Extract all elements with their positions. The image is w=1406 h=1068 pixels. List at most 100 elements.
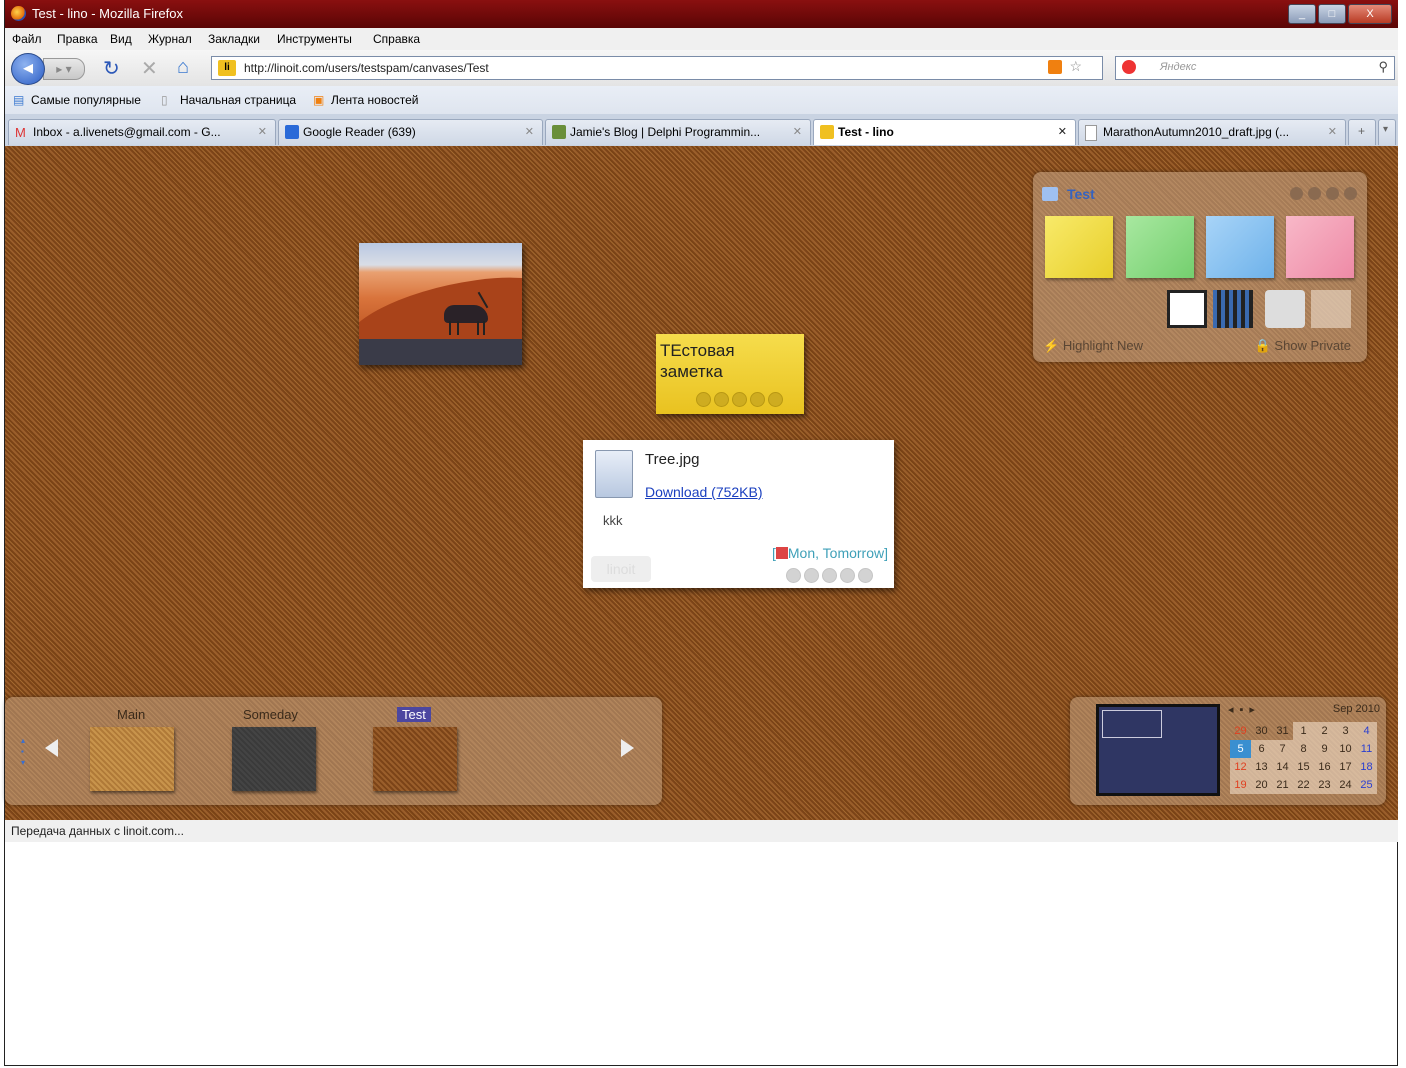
calendar-day[interactable]: 7	[1272, 740, 1293, 758]
scroll-right-icon[interactable]	[621, 739, 634, 757]
pink-sticky-template[interactable]	[1286, 216, 1354, 278]
menu-history[interactable]: Журнал	[148, 32, 192, 46]
calendar-day[interactable]: 11	[1356, 740, 1377, 758]
calendar-day[interactable]: 6	[1251, 740, 1272, 758]
tab-gmail[interactable]: M Inbox - a.livenets@gmail.com - G... ✕	[8, 119, 276, 145]
zoom-out-icon[interactable]	[1290, 187, 1303, 200]
close-tab-icon[interactable]: ✕	[793, 125, 802, 138]
info-icon[interactable]	[822, 568, 837, 583]
tab-marathon-jpg[interactable]: MarathonAutumn2010_draft.jpg (... ✕	[1078, 119, 1346, 145]
info-icon[interactable]	[732, 392, 747, 407]
download-link[interactable]: Download (752KB)	[645, 484, 763, 500]
calendar-day[interactable]: 3	[1335, 722, 1356, 740]
move-icon[interactable]	[840, 568, 855, 583]
calendar-day[interactable]: 21	[1272, 776, 1293, 794]
close-button[interactable]: X	[1348, 4, 1392, 24]
calendar-icon[interactable]	[804, 568, 819, 583]
calendar-day[interactable]: 12	[1230, 758, 1251, 776]
file-card[interactable]: Tree.jpg Download (752KB) kkk [Mon, Tomo…	[583, 440, 894, 588]
minimize-button[interactable]: _	[1288, 4, 1316, 24]
settings-icon[interactable]	[1326, 187, 1339, 200]
bookmark-star-icon[interactable]: ☆	[1069, 58, 1082, 75]
calendar-day[interactable]: 20	[1251, 776, 1272, 794]
calendar-day[interactable]: 24	[1335, 776, 1356, 794]
calendar-day[interactable]: 29	[1230, 722, 1251, 740]
calendar-day[interactable]: 23	[1314, 776, 1335, 794]
menu-edit[interactable]: Правка	[57, 32, 98, 46]
due-date-label[interactable]: [Mon, Tomorrow]	[772, 545, 888, 561]
search-icon[interactable]: ⚲	[1378, 59, 1388, 75]
menu-view[interactable]: Вид	[110, 32, 132, 46]
highlight-new-toggle[interactable]: ⚡ Highlight New	[1043, 338, 1143, 354]
tab-jamies-blog[interactable]: Jamie's Blog | Delphi Programmin... ✕	[545, 119, 811, 145]
calendar-day[interactable]: 22	[1293, 776, 1314, 794]
calendar-day[interactable]: 25	[1356, 776, 1377, 794]
canvas-thumb-main[interactable]	[90, 727, 174, 791]
menu-file[interactable]: Файл	[12, 32, 42, 46]
canvas-thumb-test[interactable]	[373, 727, 457, 791]
calendar-day[interactable]: 8	[1293, 740, 1314, 758]
done-icon[interactable]	[768, 392, 783, 407]
close-tab-icon[interactable]: ✕	[1328, 125, 1337, 138]
yandex-icon[interactable]	[1122, 60, 1136, 74]
tab-test-lino[interactable]: Test - lino ✕	[813, 119, 1076, 145]
home-icon[interactable]: ⌂	[177, 56, 189, 79]
drag-handle-icon[interactable]: ▴ ▪ ▾	[21, 735, 27, 768]
yellow-sticky-note[interactable]: ТЕстовая заметка	[656, 334, 804, 414]
new-tab-button[interactable]: +	[1348, 119, 1376, 145]
calendar-day[interactable]: 17	[1335, 758, 1356, 776]
calendar-day[interactable]: 1	[1293, 722, 1314, 740]
menu-tools[interactable]: Инструменты	[277, 32, 352, 46]
calendar-day[interactable]: 13	[1251, 758, 1272, 776]
calendar-day[interactable]: 4	[1356, 722, 1377, 740]
scroll-left-icon[interactable]	[45, 739, 58, 757]
calendar-day[interactable]: 2	[1314, 722, 1335, 740]
canvas-thumb-someday[interactable]	[232, 727, 316, 791]
video-tool-icon[interactable]	[1213, 290, 1253, 328]
close-tab-icon[interactable]: ✕	[1058, 125, 1067, 138]
canvas-minimap[interactable]	[1096, 704, 1220, 796]
calendar-day-today[interactable]: 5	[1230, 740, 1251, 758]
edit-icon[interactable]	[786, 568, 801, 583]
calendar-day[interactable]: 15	[1293, 758, 1314, 776]
minimap-viewport[interactable]	[1102, 710, 1162, 738]
menu-help[interactable]: Справка	[373, 32, 420, 46]
done-icon[interactable]	[858, 568, 873, 583]
calendar-icon[interactable]	[714, 392, 729, 407]
forward-button[interactable]: ▸ ▾	[43, 58, 85, 80]
bookmark-news-feed[interactable]: Лента новостей	[331, 93, 419, 107]
calendar-day[interactable]: 10	[1335, 740, 1356, 758]
rss-icon[interactable]	[1048, 60, 1062, 74]
calendar-day[interactable]: 14	[1272, 758, 1293, 776]
move-icon[interactable]	[750, 392, 765, 407]
attachment-tool-icon[interactable]	[1265, 290, 1305, 328]
calendar-day[interactable]: 19	[1230, 776, 1251, 794]
calendar-day[interactable]: 31	[1272, 722, 1293, 740]
power-icon[interactable]	[1344, 187, 1357, 200]
blank-tool-icon[interactable]	[1311, 290, 1351, 328]
menu-bookmarks[interactable]: Закладки	[208, 32, 260, 46]
search-input[interactable]: Яндекс ⚲	[1115, 56, 1395, 80]
green-sticky-template[interactable]	[1126, 216, 1194, 278]
calendar-nav-icons[interactable]: ◂▪▸	[1228, 703, 1261, 716]
tab-google-reader[interactable]: Google Reader (639) ✕	[278, 119, 543, 145]
tab-list-button[interactable]: ▾	[1378, 119, 1396, 145]
calendar-day[interactable]: 16	[1314, 758, 1335, 776]
stop-icon[interactable]: ✕	[141, 56, 158, 81]
blue-sticky-template[interactable]	[1206, 216, 1274, 278]
desert-oryx-photo[interactable]	[359, 243, 522, 365]
close-tab-icon[interactable]: ✕	[258, 125, 267, 138]
calendar-day[interactable]: 18	[1356, 758, 1377, 776]
zoom-in-icon[interactable]	[1308, 187, 1321, 200]
maximize-button[interactable]: □	[1318, 4, 1346, 24]
url-bar[interactable]: li http://linoit.com/users/testspam/canv…	[211, 56, 1103, 80]
bookmark-start-page[interactable]: Начальная страница	[180, 93, 296, 107]
close-tab-icon[interactable]: ✕	[525, 125, 534, 138]
calendar-day[interactable]: 30	[1251, 722, 1272, 740]
photo-tool-icon[interactable]	[1167, 290, 1207, 328]
back-button[interactable]: ◂	[11, 53, 45, 85]
calendar-day[interactable]: 9	[1314, 740, 1335, 758]
reload-icon[interactable]: ↻	[103, 56, 120, 81]
yellow-sticky-template[interactable]	[1045, 216, 1113, 278]
show-private-toggle[interactable]: 🔒 Show Private	[1255, 338, 1351, 354]
